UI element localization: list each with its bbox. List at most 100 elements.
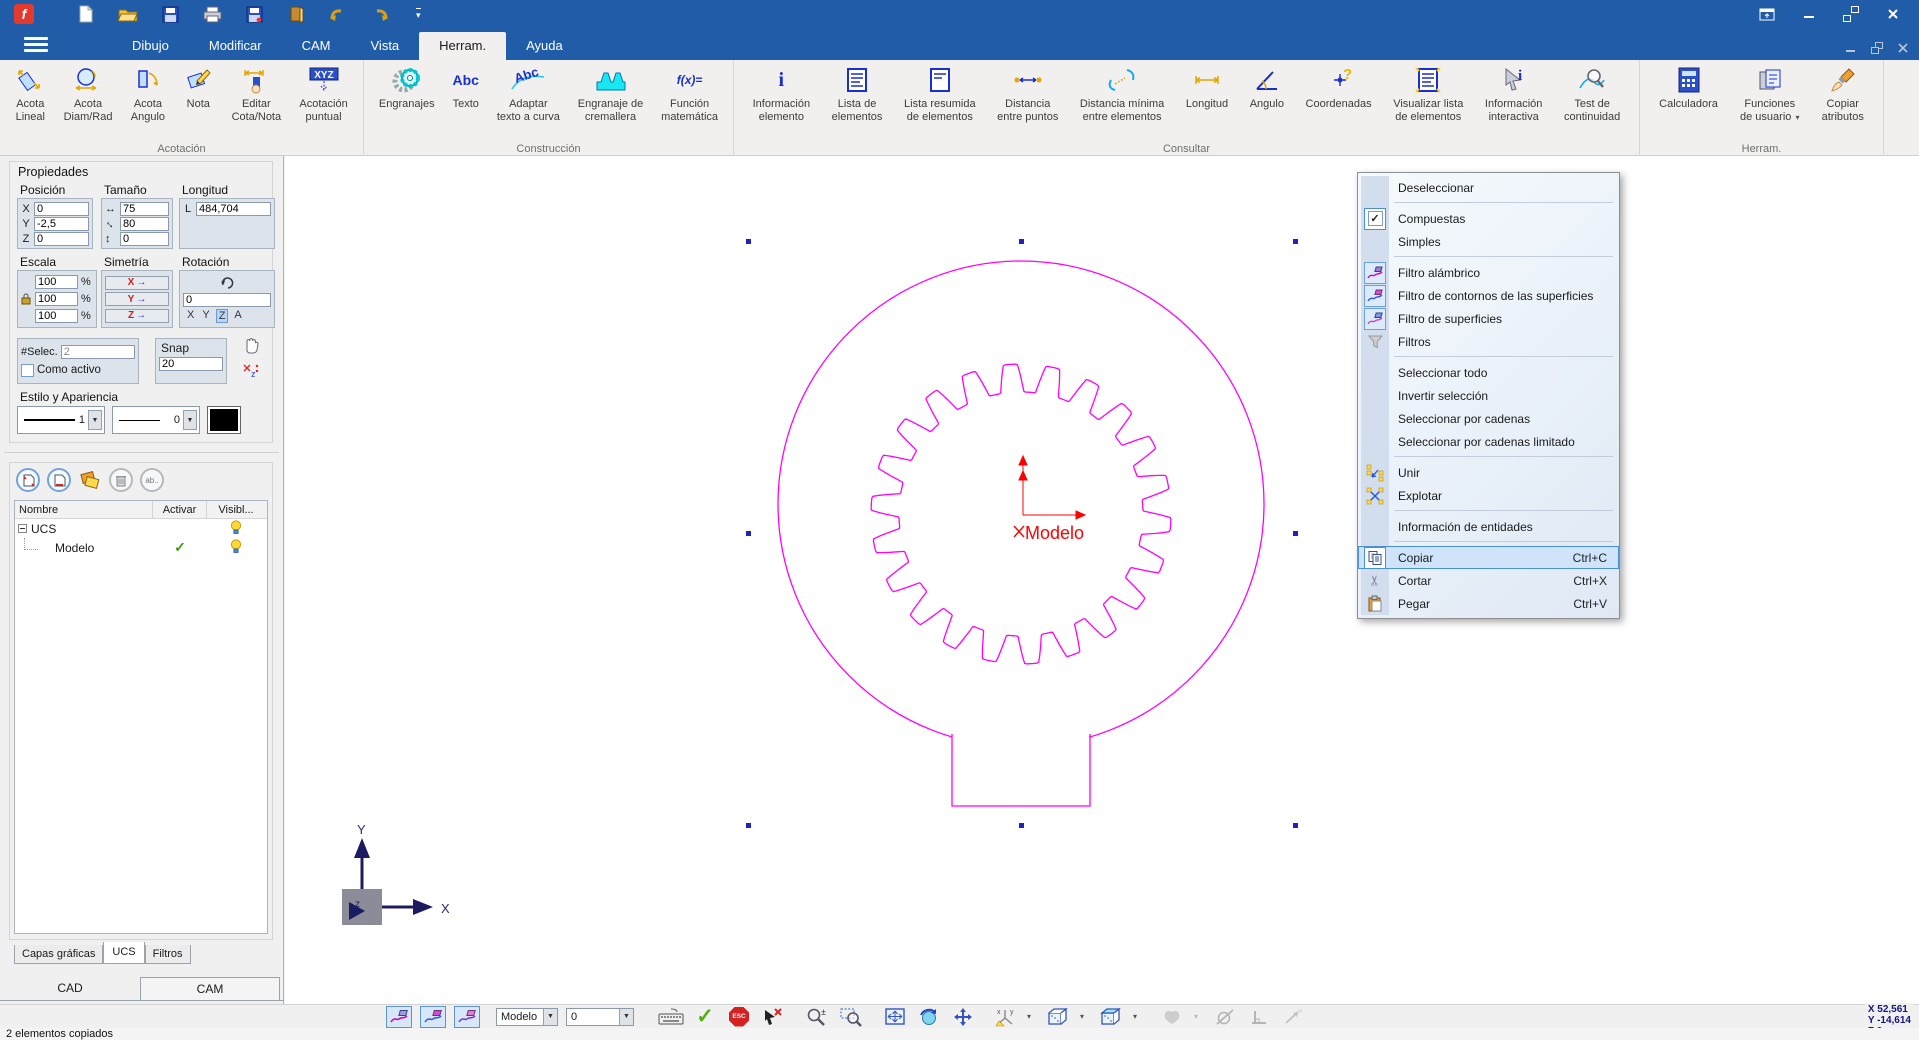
edit-ucs-icon[interactable]: [47, 468, 71, 492]
menu-item-deseleccionar[interactable]: Deseleccionar: [1358, 176, 1619, 199]
ribbon-item-distancia-puntos[interactable]: Distancia entre puntos: [994, 63, 1061, 125]
zoom-fit-icon[interactable]: [882, 1006, 908, 1028]
snap-modes-icon[interactable]: [1159, 1006, 1185, 1028]
scale-z-field[interactable]: [35, 309, 78, 323]
escape-icon[interactable]: ESC: [726, 1006, 752, 1028]
menu-item-seleccionar-cadenas-limitado[interactable]: Seleccionar por cadenas limitado: [1358, 430, 1619, 453]
size-height-field[interactable]: [120, 232, 169, 246]
line-width-select[interactable]: 1▼: [17, 406, 105, 434]
tab-capas-graficas[interactable]: Capas gráficas: [14, 945, 103, 964]
ribbon-item-test-continuidad[interactable]: Test de continuidad: [1561, 63, 1623, 125]
menu-item-seleccionar-todo[interactable]: Seleccionar todo: [1358, 361, 1619, 384]
new-file-icon[interactable]: [76, 4, 96, 24]
selection-handle[interactable]: [1293, 531, 1298, 536]
menu-item-filtros[interactable]: Filtros: [1358, 330, 1619, 353]
lock-icon[interactable]: [21, 293, 32, 305]
menu-item-cortar[interactable]: ✂CortarCtrl+X: [1358, 569, 1619, 592]
surfaces-filter-toggle[interactable]: [454, 1006, 480, 1028]
ribbon-item-texto[interactable]: Abc Texto: [450, 63, 482, 112]
line-type-select[interactable]: 0▼: [112, 406, 200, 434]
rotation-axis-y[interactable]: Y: [200, 309, 211, 323]
menu-item-explotar[interactable]: Explotar: [1358, 484, 1619, 507]
zoom-in-out-icon[interactable]: ±: [804, 1006, 830, 1028]
selection-handle[interactable]: [746, 531, 751, 536]
minimize-button[interactable]: [1801, 6, 1817, 22]
menu-item-filtro-alambrico[interactable]: Filtro alámbrico: [1358, 261, 1619, 284]
menu-item-filtro-contornos[interactable]: Filtro de contornos de las superficies: [1358, 284, 1619, 307]
selection-handle[interactable]: [1019, 239, 1024, 244]
ribbon-item-calculadora[interactable]: Calculadora: [1656, 63, 1721, 112]
undo-icon[interactable]: [328, 4, 348, 24]
menu-item-simples[interactable]: Simples: [1358, 230, 1619, 253]
new-ucs-icon[interactable]: [16, 468, 40, 492]
tree-row-ucs[interactable]: UCS: [15, 519, 267, 538]
column-activar[interactable]: Activar: [153, 501, 207, 518]
selection-handle[interactable]: [746, 823, 751, 828]
ribbon-item-info-elemento[interactable]: i Información elemento: [750, 63, 813, 125]
quick-access-overflow-icon[interactable]: ▾: [416, 8, 421, 21]
deselect-cursor-icon[interactable]: [760, 1006, 786, 1028]
color-swatch[interactable]: [207, 406, 241, 434]
ribbon-item-visualizar-lista[interactable]: Visualizar lista de elementos: [1390, 63, 1466, 125]
delete-ucs-icon[interactable]: [109, 468, 133, 492]
save-icon[interactable]: [160, 4, 180, 24]
mdi-restore-button[interactable]: [1871, 42, 1883, 54]
selection-handle[interactable]: [1293, 239, 1298, 244]
visibility-bulb-icon[interactable]: [230, 539, 242, 556]
selection-handle[interactable]: [1019, 823, 1024, 828]
pan-hand-icon[interactable]: [243, 336, 259, 357]
column-nombre[interactable]: Nombre: [15, 501, 153, 518]
wireframe-filter-toggle[interactable]: [386, 1006, 412, 1028]
tab-filtros[interactable]: Filtros: [145, 945, 191, 964]
ribbon-item-funcion[interactable]: f(x)= Función matemática: [658, 63, 721, 125]
ribbon-item-acotacion-puntual[interactable]: XYZ Acotación puntual: [296, 63, 350, 125]
drawing-canvas[interactable]: Modelo z Y X: [285, 156, 1919, 1004]
ribbon-item-cremallera[interactable]: Engranaje de cremallera: [575, 63, 646, 125]
snap-field[interactable]: [159, 357, 223, 371]
ribbon-item-longitud[interactable]: Longitud: [1183, 63, 1231, 112]
visibility-bulb-icon[interactable]: [230, 520, 242, 537]
dropdown-arrow-icon[interactable]: ▼: [183, 410, 197, 430]
restore-button[interactable]: [1843, 6, 1859, 22]
collapse-node-icon[interactable]: [18, 524, 27, 533]
position-y-field[interactable]: [34, 217, 89, 231]
menu-item-copiar[interactable]: CopiarCtrl+C: [1358, 546, 1619, 569]
confirm-icon[interactable]: ✓: [692, 1006, 718, 1028]
dropdown-caret-icon[interactable]: ▾: [1080, 1012, 1084, 1021]
position-z-field[interactable]: [34, 232, 89, 246]
perpendicular-snap-icon[interactable]: [1246, 1006, 1272, 1028]
menu-vista[interactable]: Vista: [351, 32, 420, 60]
rotation-axis-x[interactable]: X: [185, 309, 196, 323]
column-visible[interactable]: Visibl...: [207, 501, 265, 518]
close-document-icon[interactable]: [286, 4, 306, 24]
mirror-z-button[interactable]: Z→: [105, 309, 169, 323]
zoom-window-icon[interactable]: [838, 1006, 864, 1028]
ribbon-item-acota-lineal[interactable]: Acota Lineal: [12, 63, 48, 125]
rename-ucs-icon[interactable]: ab..: [140, 468, 164, 492]
ribbon-item-copiar-atributos[interactable]: Copiar atributos: [1819, 63, 1867, 125]
menu-item-compuestas[interactable]: ✓Compuestas: [1358, 207, 1619, 230]
position-x-field[interactable]: [34, 202, 89, 216]
mirror-y-button[interactable]: Y→: [105, 292, 169, 306]
menu-ayuda[interactable]: Ayuda: [506, 32, 583, 60]
size-width-field[interactable]: [120, 202, 169, 216]
tab-cad[interactable]: CAD: [0, 976, 140, 1000]
ribbon-item-acota-diam[interactable]: Acota Diam/Rad: [61, 63, 116, 125]
menu-herram[interactable]: Herram.: [419, 32, 506, 60]
menu-item-seleccionar-cadenas[interactable]: Seleccionar por cadenas: [1358, 407, 1619, 430]
ribbon-item-engranajes[interactable]: Engranajes: [376, 63, 438, 112]
pan-view-icon[interactable]: [950, 1006, 976, 1028]
rotation-axis-a[interactable]: A: [232, 309, 243, 323]
close-button[interactable]: [1885, 6, 1901, 22]
active-check-icon[interactable]: ✓: [174, 539, 186, 556]
size-depth-field[interactable]: [120, 217, 169, 231]
rotation-axis-z[interactable]: Z: [216, 309, 229, 323]
ribbon-item-adaptar-texto[interactable]: Abc Adaptar texto a curva: [494, 63, 563, 125]
rotation-angle-field[interactable]: [183, 293, 271, 307]
measure-line-icon[interactable]: [1280, 1006, 1306, 1028]
menu-item-filtro-superficies[interactable]: Filtro de superficies: [1358, 307, 1619, 330]
print-icon[interactable]: [202, 4, 222, 24]
menu-item-unir[interactable]: Unir: [1358, 461, 1619, 484]
tab-cam[interactable]: CAM: [140, 977, 280, 1000]
dropdown-caret-icon[interactable]: ▾: [1194, 1012, 1198, 1021]
